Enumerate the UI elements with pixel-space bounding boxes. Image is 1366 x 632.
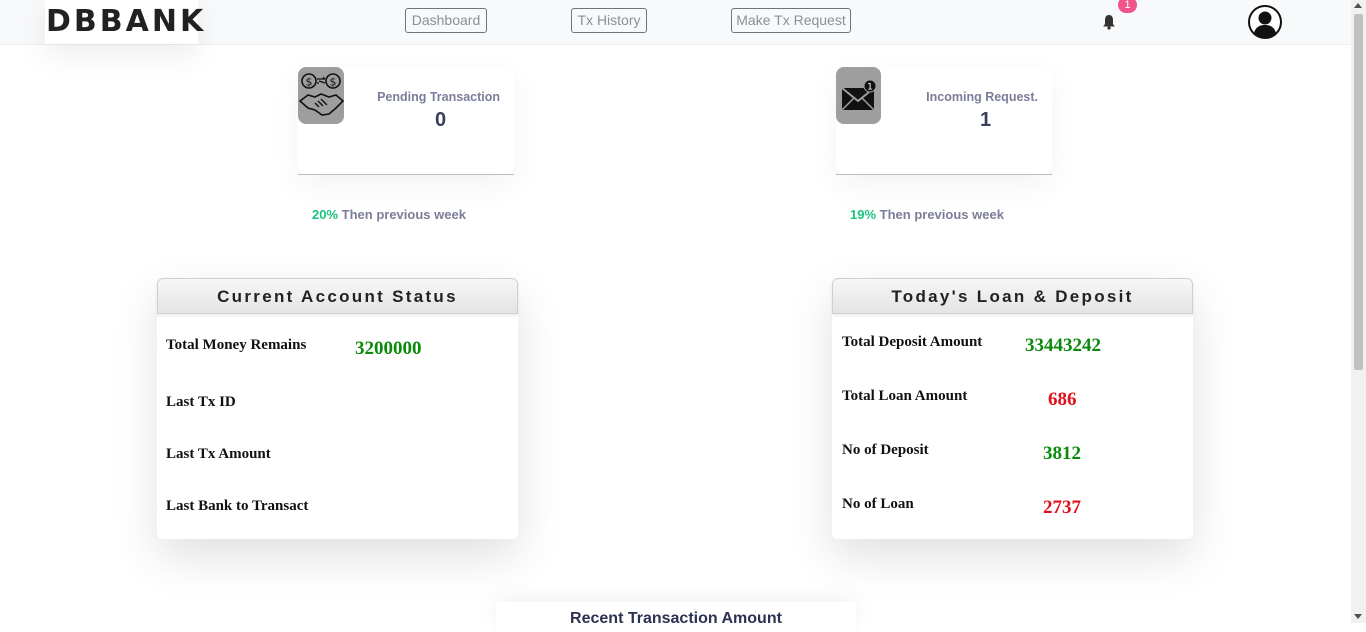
- envelope-notification-icon: 1: [836, 67, 881, 124]
- pending-transaction-value: 0: [435, 109, 447, 131]
- todays-loan-deposit-panel: Today's Loan & Deposit Total Deposit Amo…: [832, 278, 1193, 539]
- nav-make-tx-request-button[interactable]: Make Tx Request: [731, 8, 851, 33]
- change-text: Then previous week: [879, 207, 1004, 222]
- total-deposit-amount-label: Total Deposit Amount: [842, 334, 983, 350]
- no-of-loan-value: 2737: [1043, 497, 1081, 518]
- total-money-remains-value: 3200000: [355, 338, 422, 359]
- nav-tx-history-button[interactable]: Tx History: [571, 8, 647, 33]
- nav-dashboard-button[interactable]: Dashboard: [405, 8, 487, 33]
- change-text: Then previous week: [341, 207, 466, 222]
- change-percent: 20%: [312, 207, 339, 222]
- incoming-request-card: 1 Incoming Request. 1: [836, 67, 1052, 175]
- total-money-remains-label: Total Money Remains: [166, 337, 307, 353]
- incoming-request-change: 19% Then previous week: [850, 207, 1004, 222]
- scroll-up-arrow-icon[interactable]: [1354, 3, 1362, 8]
- current-account-status-panel: Current Account Status Total Money Remai…: [157, 278, 518, 539]
- page-scrollbar[interactable]: [1351, 0, 1366, 623]
- change-percent: 19%: [850, 207, 877, 222]
- total-loan-amount-label: Total Loan Amount: [842, 388, 968, 404]
- total-loan-amount-value: 686: [1048, 389, 1077, 410]
- last-tx-id-label: Last Tx ID: [166, 394, 236, 410]
- no-of-deposit-label: No of Deposit: [842, 442, 929, 458]
- last-bank-to-transact-label: Last Bank to Transact: [166, 498, 309, 514]
- no-of-loan-label: No of Loan: [842, 496, 914, 512]
- handshake-money-icon: $ $: [298, 67, 345, 124]
- pending-transaction-card: $ $ Pending Transaction 0: [298, 67, 514, 175]
- incoming-request-label: Incoming Request.: [926, 90, 1038, 104]
- svg-text:$: $: [306, 76, 313, 89]
- card-divider: [298, 174, 514, 175]
- incoming-request-value: 1: [980, 109, 992, 131]
- panel-title: Current Account Status: [157, 278, 518, 314]
- top-navbar: DBBANK Dashboard Tx History Make Tx Requ…: [0, 0, 1351, 45]
- svg-text:$: $: [330, 76, 337, 89]
- bell-icon[interactable]: [1102, 14, 1116, 30]
- total-deposit-amount-value: 33443242: [1025, 335, 1101, 356]
- no-of-deposit-value: 3812: [1043, 443, 1081, 464]
- pending-transaction-change: 20% Then previous week: [312, 207, 466, 222]
- last-tx-amount-label: Last Tx Amount: [166, 446, 271, 462]
- user-avatar-icon[interactable]: [1248, 5, 1282, 39]
- scroll-down-arrow-icon[interactable]: [1354, 614, 1362, 619]
- svg-text:1: 1: [867, 83, 873, 93]
- card-divider: [836, 174, 1052, 175]
- recent-transaction-title: Recent Transaction Amount: [570, 610, 782, 627]
- recent-transaction-card: Recent Transaction Amount: [496, 602, 856, 632]
- brand-logo[interactable]: DBBANK: [45, 0, 203, 44]
- scrollbar-thumb[interactable]: [1354, 14, 1363, 370]
- pending-transaction-label: Pending Transaction: [377, 90, 500, 104]
- panel-title: Today's Loan & Deposit: [832, 278, 1193, 314]
- notification-badge: 1: [1118, 0, 1137, 13]
